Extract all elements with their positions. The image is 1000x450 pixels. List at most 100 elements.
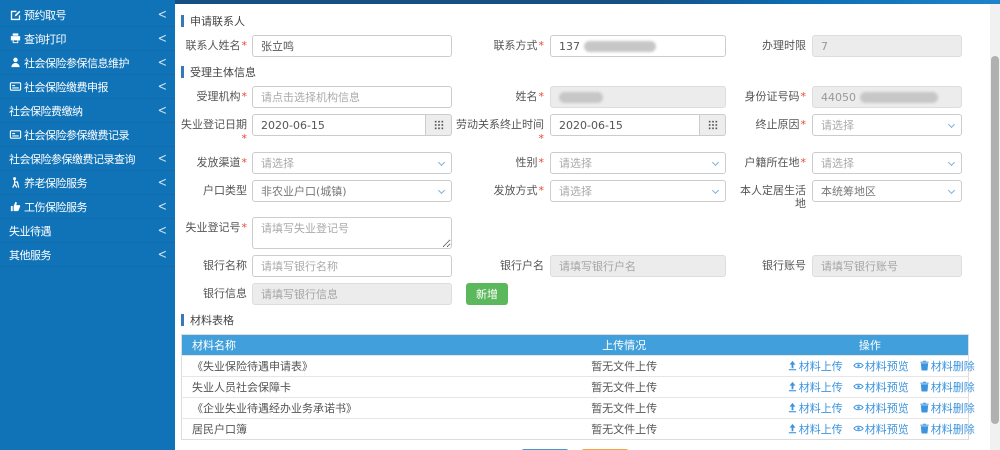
sidebar-item-label: 工伤保险服务 xyxy=(24,200,87,214)
field-label: 本人定居生活地 xyxy=(740,183,806,211)
chevron-left-icon: < xyxy=(157,30,167,47)
material-name: 失业人员社会保障卡 xyxy=(181,376,477,398)
sidebar-item-payment-records-query[interactable]: 社会保险参保缴费记录查询 < xyxy=(0,147,175,171)
bank-name-input[interactable] xyxy=(252,255,452,277)
field-label: 户口类型 xyxy=(203,183,247,197)
upload-status: 暂无文件上传 xyxy=(476,397,772,419)
field-label: 银行户名 xyxy=(500,259,544,272)
chevron-down-icon xyxy=(947,120,956,129)
sidebar-item-fee-payment[interactable]: 社会保险费缴纳 < xyxy=(0,99,175,123)
chevron-down-icon xyxy=(947,186,956,194)
upload-material-link[interactable]: 材料上传 xyxy=(787,358,843,374)
upload-icon xyxy=(788,382,796,392)
sidebar-item-insurance-info-maintain[interactable]: 社会保险参保信息维护 < xyxy=(0,51,175,75)
upload-material-link[interactable]: 材料上传 xyxy=(787,400,843,416)
delete-material-link[interactable]: 材料删除 xyxy=(919,379,975,395)
chevron-down-icon xyxy=(711,158,720,166)
delete-material-link[interactable]: 材料删除 xyxy=(919,358,975,374)
field-label: 办理时限 xyxy=(762,39,806,52)
chevron-left-icon: < xyxy=(157,54,167,71)
sidebar-item-other-services[interactable]: 其他服务 < xyxy=(0,243,175,267)
delete-material-link[interactable]: 材料删除 xyxy=(919,421,975,437)
field-label: 发放方式* xyxy=(493,183,545,197)
scrollbar-thumb[interactable] xyxy=(991,56,999,424)
hukou-type-select[interactable]: 非农业户口(城镇) xyxy=(252,179,452,202)
unemploy-date-picker[interactable]: 2020-06-15 xyxy=(252,114,452,136)
scrollbar-track[interactable] xyxy=(990,4,1000,450)
contact-name-input[interactable] xyxy=(252,35,452,57)
unemploy-reg-no-textarea[interactable] xyxy=(252,217,452,249)
trash-icon xyxy=(920,402,929,413)
column-header-name: 材料名称 xyxy=(181,334,477,356)
chevron-down-icon xyxy=(437,186,446,194)
sidebar-item-unemployment-benefits[interactable]: 失业待遇 < xyxy=(0,219,175,243)
material-name: 居民户口簿 xyxy=(181,418,477,440)
preview-material-link[interactable]: 材料预览 xyxy=(853,421,909,437)
field-label: 失业登记日期* xyxy=(181,118,247,145)
registered-place-select[interactable]: 请选择 xyxy=(812,151,962,174)
sidebar-item-appointment[interactable]: 预约取号 < xyxy=(0,3,175,27)
payment-method-select[interactable]: 请选择 xyxy=(550,179,726,202)
delete-material-link[interactable]: 材料删除 xyxy=(919,400,975,416)
idcard-icon xyxy=(9,80,22,93)
chevron-down-icon xyxy=(947,158,956,166)
sidebar-item-pension-service[interactable]: 养老保险服务 < xyxy=(0,171,175,195)
agency-input[interactable] xyxy=(252,86,452,108)
time-limit-field: 7 xyxy=(812,35,962,57)
trash-icon xyxy=(920,423,929,434)
section-title: 材料表格 xyxy=(190,314,234,327)
end-reason-select[interactable]: 请选择 xyxy=(812,114,962,136)
channel-select[interactable]: 请选择 xyxy=(252,151,452,174)
preview-material-link[interactable]: 材料预览 xyxy=(853,379,909,395)
preview-material-link[interactable]: 材料预览 xyxy=(853,400,909,416)
preview-material-link[interactable]: 材料预览 xyxy=(853,358,909,374)
trash-icon xyxy=(920,360,929,371)
labor-end-date-picker[interactable]: 2020-06-15 xyxy=(550,114,726,136)
field-label: 银行信息 xyxy=(203,287,247,300)
upload-material-link[interactable]: 材料上传 xyxy=(787,379,843,395)
field-label: 银行账号 xyxy=(762,259,806,272)
section-marker xyxy=(181,66,184,78)
calendar-icon[interactable] xyxy=(426,114,452,136)
chevron-left-icon: < xyxy=(157,102,167,119)
calendar-icon[interactable] xyxy=(700,114,726,136)
section-marker xyxy=(181,15,184,27)
sidebar-item-label: 失业待遇 xyxy=(9,224,51,238)
upload-status: 暂无文件上传 xyxy=(476,376,772,398)
printer-icon xyxy=(9,32,22,45)
sidebar-item-payment-declare[interactable]: 社会保险缴费申报 < xyxy=(0,75,175,99)
column-header-actions: 操作 xyxy=(771,334,969,356)
bank-account-no-input xyxy=(812,255,962,277)
field-label: 失业登记号* xyxy=(185,221,248,234)
living-place-select[interactable]: 本统筹地区 xyxy=(812,179,962,202)
eye-icon xyxy=(853,363,864,369)
sidebar-item-label: 预约取号 xyxy=(24,8,66,22)
field-label: 银行名称 xyxy=(203,259,247,272)
section-title: 申请联系人 xyxy=(190,15,245,28)
gender-select[interactable]: 请选择 xyxy=(550,151,726,174)
field-label: 联系人姓名* xyxy=(185,39,248,52)
materials-table: 材料名称 上传情况 操作 《失业保险待遇申请表》 暂无文件上传 材料上传 材料预览… xyxy=(181,334,975,440)
upload-icon xyxy=(788,403,796,413)
labor-end-date-input[interactable]: 2020-06-15 xyxy=(550,114,700,136)
bank-info-input xyxy=(252,283,452,305)
sidebar-item-print-query[interactable]: 查询打印 < xyxy=(0,27,175,51)
sidebar-item-payment-records[interactable]: 社会保险参保缴费记录 xyxy=(0,123,175,147)
upload-material-link[interactable]: 材料上传 xyxy=(787,421,843,437)
edit-icon xyxy=(9,8,22,21)
table-row: 《失业保险待遇申请表》 暂无文件上传 材料上传 材料预览 材料删除 xyxy=(181,355,975,377)
add-button[interactable]: 新增 xyxy=(466,283,508,305)
sidebar-item-label: 社会保险参保信息维护 xyxy=(24,56,129,70)
field-label: 姓名* xyxy=(515,90,545,103)
contact-phone-input[interactable]: 137 xyxy=(550,35,726,57)
unemploy-date-input[interactable]: 2020-06-15 xyxy=(252,114,426,136)
material-name: 《企业失业待遇经办业务承诺书》 xyxy=(181,397,477,419)
sidebar-item-injury-service[interactable]: 工伤保险服务 < xyxy=(0,195,175,219)
redacted-text xyxy=(860,91,938,103)
bank-account-name-input xyxy=(550,255,726,277)
section-marker xyxy=(181,314,184,326)
sidebar-item-label: 社会保险费缴纳 xyxy=(9,104,83,118)
redacted-text xyxy=(584,40,656,52)
section-contact-header: 申请联系人 xyxy=(181,13,984,29)
upload-status: 暂无文件上传 xyxy=(476,355,772,377)
